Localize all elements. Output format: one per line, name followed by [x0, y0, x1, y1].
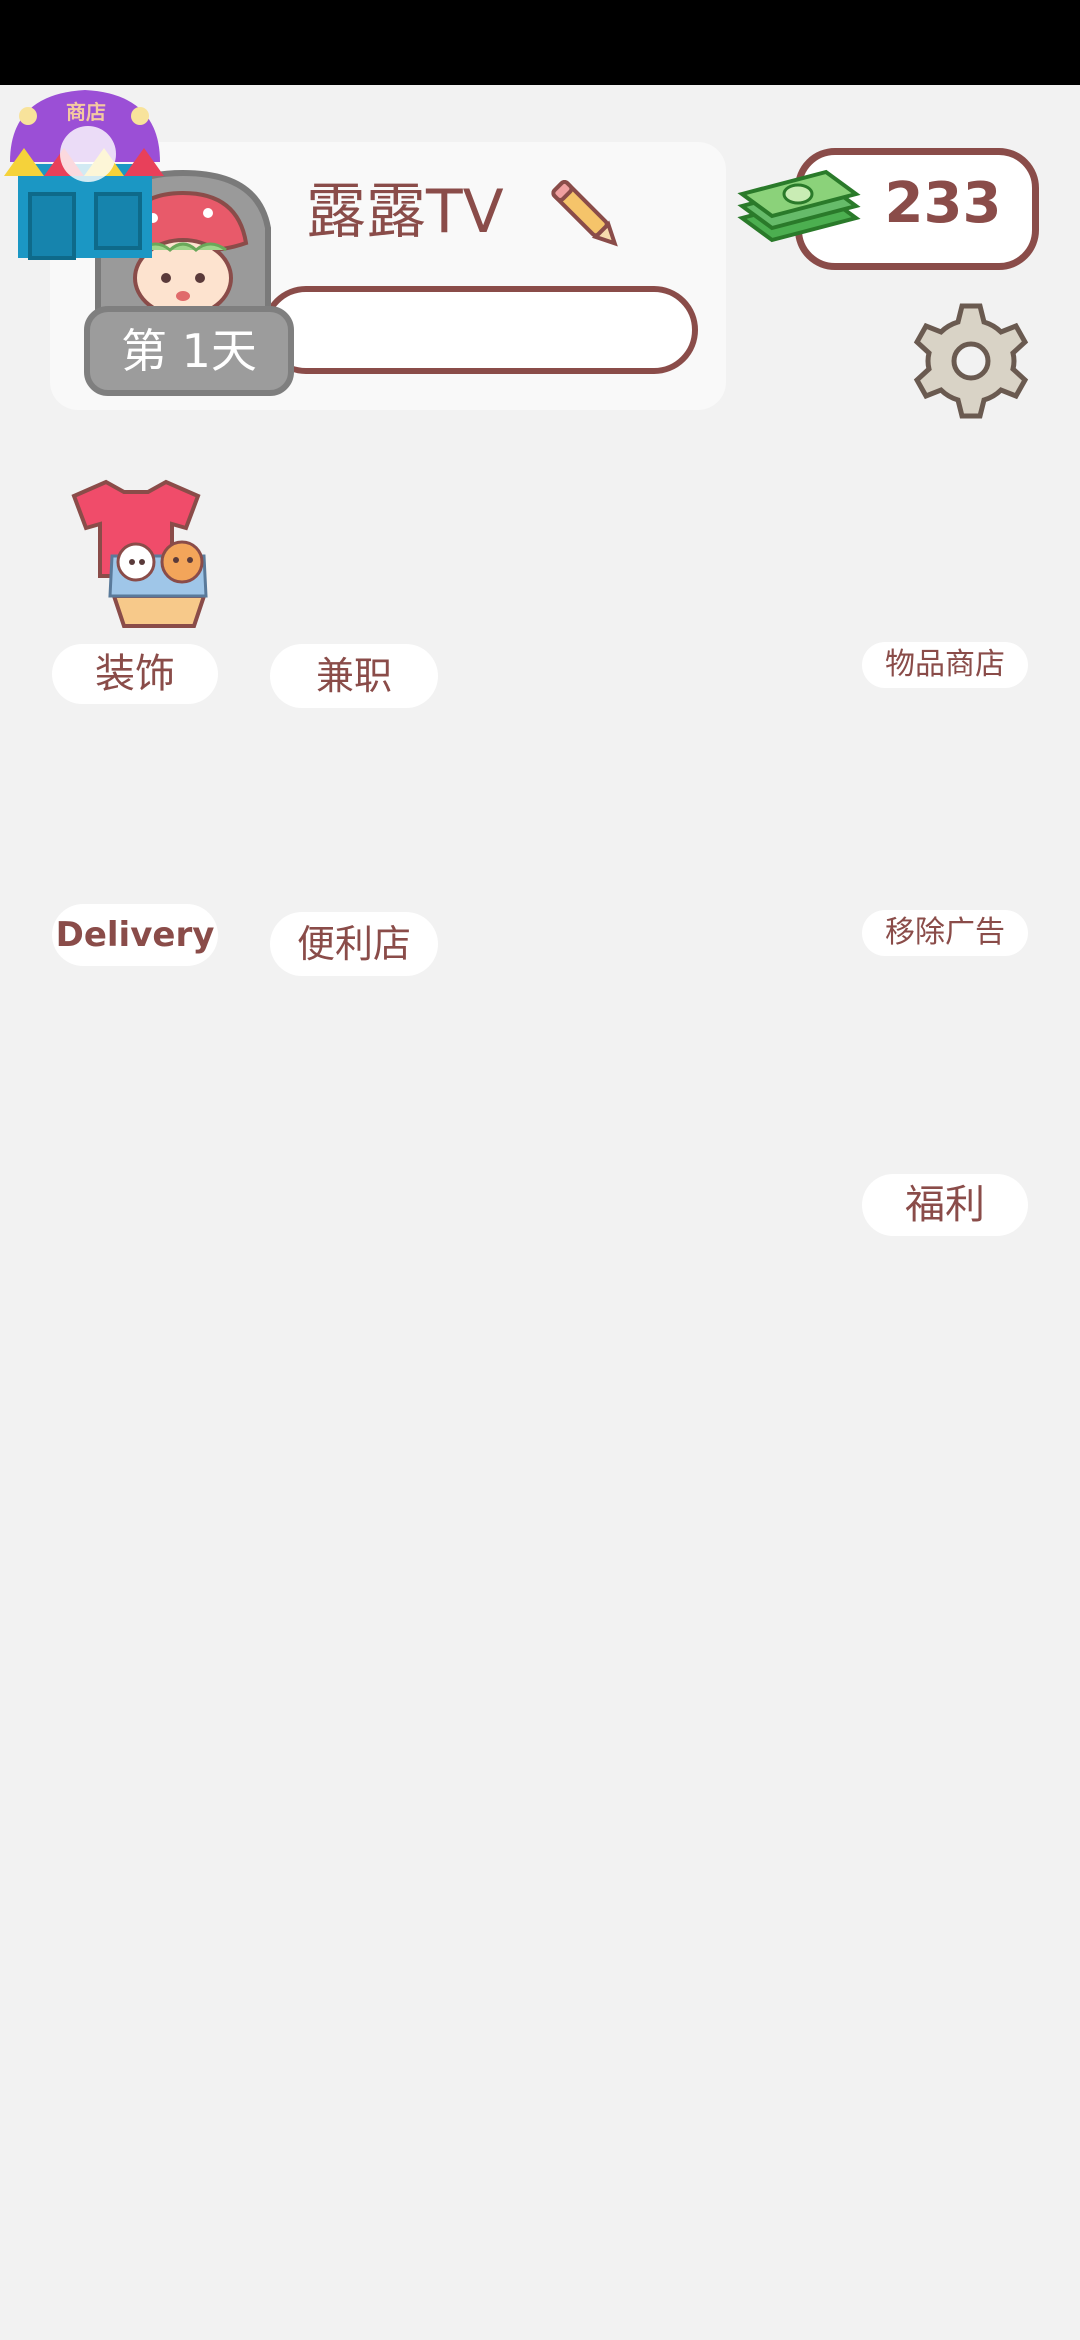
status-bar: [0, 0, 1080, 85]
cash-icon: [737, 169, 861, 243]
convenience-store-button[interactable]: 便利店: [270, 912, 438, 976]
clothes-basket-icon[interactable]: [54, 476, 218, 636]
item-shop-button[interactable]: 物品商店: [862, 642, 1028, 688]
player-name: 露露TV: [306, 177, 504, 247]
remove-ads-button[interactable]: 移除广告: [862, 910, 1028, 956]
gear-icon[interactable]: [910, 300, 1032, 422]
shop-icon-label: 商店: [66, 100, 106, 124]
welfare-button[interactable]: 福利: [862, 1174, 1028, 1236]
delivery-button[interactable]: Delivery: [52, 904, 218, 966]
day-badge: 第 1天: [84, 306, 294, 396]
day-progress-bar: [262, 286, 698, 374]
part-time-button[interactable]: 兼职: [270, 644, 438, 708]
decor-button[interactable]: 装饰: [52, 644, 218, 704]
currency-value: 233: [884, 171, 1002, 236]
pencil-icon[interactable]: [540, 170, 630, 260]
